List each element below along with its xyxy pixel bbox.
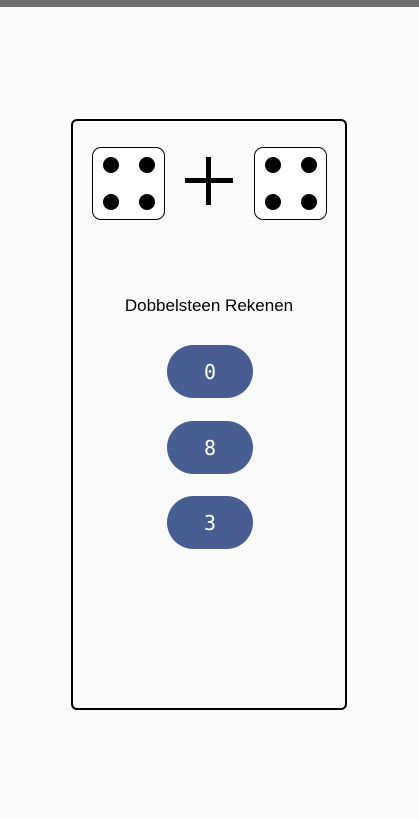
- die-pip: [139, 194, 155, 210]
- die-pip: [265, 157, 281, 173]
- die-pip: [265, 194, 281, 210]
- die-pip: [103, 194, 119, 210]
- answer-button-2[interactable]: 8: [167, 421, 253, 474]
- answer-button-3[interactable]: 3: [167, 496, 253, 549]
- right-die-icon: [254, 147, 327, 220]
- die-pip: [139, 157, 155, 173]
- plus-vertical-bar: [206, 157, 211, 205]
- app-title: Dobbelsteen Rekenen: [124, 296, 294, 315]
- die-pip: [103, 157, 119, 173]
- plus-icon: [185, 157, 233, 205]
- die-pip: [301, 157, 317, 173]
- status-bar: [0, 0, 419, 7]
- game-card: Dobbelsteen Rekenen 0 8 3: [71, 119, 347, 710]
- answer-button-1[interactable]: 0: [167, 345, 253, 398]
- die-pip: [301, 194, 317, 210]
- left-die-icon: [92, 147, 165, 220]
